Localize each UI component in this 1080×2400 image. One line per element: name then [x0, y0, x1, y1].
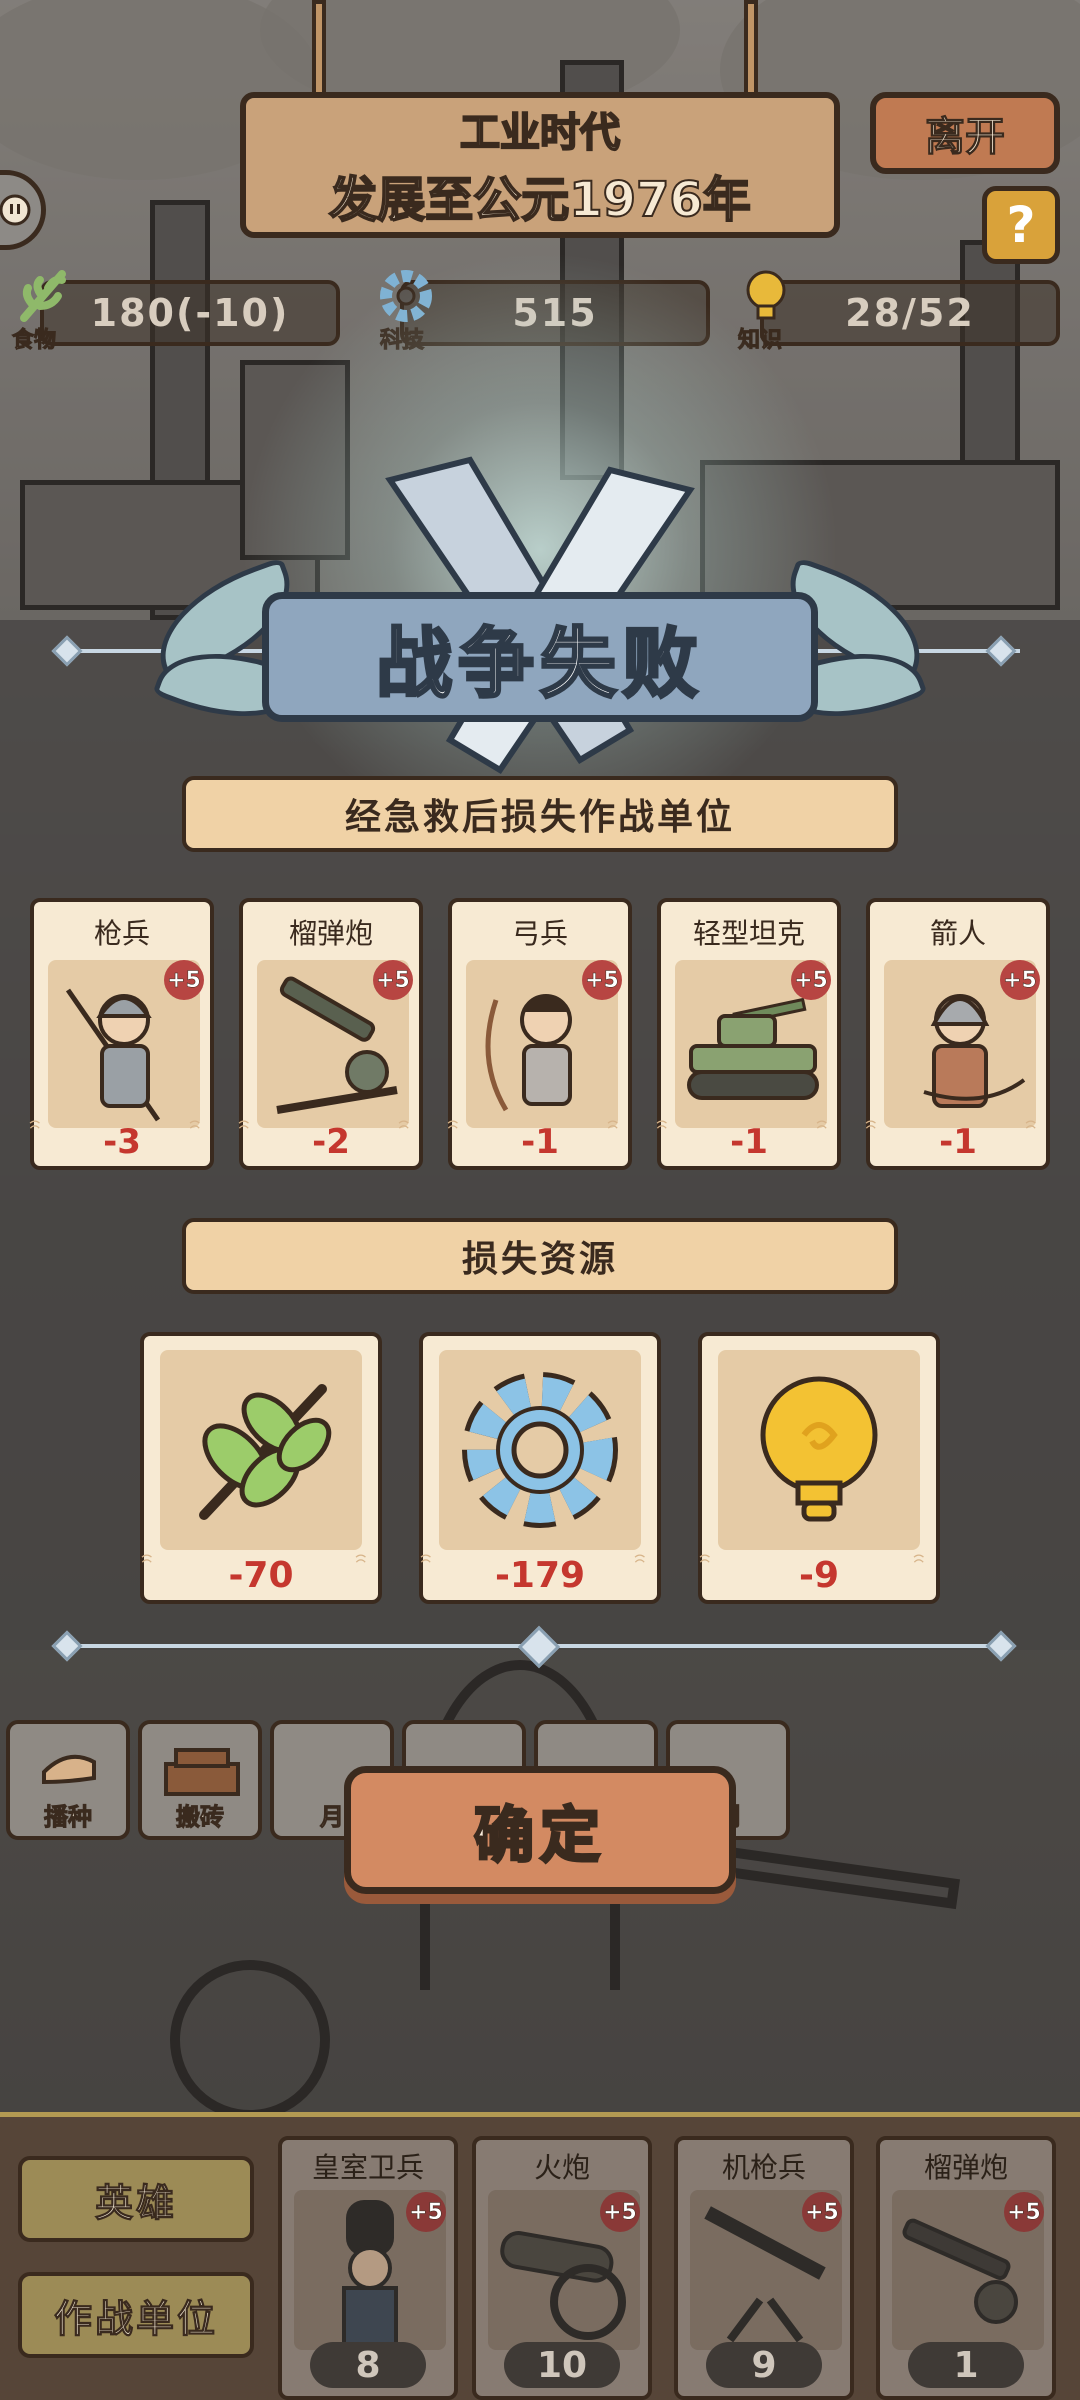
action-move-bricks[interactable]: 搬砖 — [138, 1720, 262, 1840]
era-name: 工业时代 — [459, 109, 621, 157]
resources-section-header: 损失资源 — [182, 1218, 898, 1294]
chat-icon — [0, 194, 31, 226]
resource-loss-card: ꩰ ꩰ -9 — [698, 1332, 940, 1604]
heroes-tab[interactable]: 英雄 — [18, 2156, 254, 2242]
level-badge: +5 — [373, 960, 413, 1000]
unit-name: 皇室卫兵 — [311, 2151, 424, 2184]
confirm-button[interactable]: 确定 — [344, 1766, 736, 1894]
resource-loss-card: ꩰ ꩰ -179 — [419, 1332, 661, 1604]
unit-card[interactable]: 机枪兵 +5 9 — [674, 2136, 854, 2400]
era-sign: 工业时代 发展至公元1976年 — [240, 92, 840, 238]
help-button[interactable]: ? — [982, 186, 1060, 264]
action-sow[interactable]: 播种 — [6, 1720, 130, 1840]
resource-loss-card: ꩰ ꩰ -70 — [140, 1332, 382, 1604]
knowledge-value: 28/52 — [760, 280, 1060, 346]
level-badge: +5 — [802, 2192, 842, 2232]
unit-loss-card: 枪兵 +5 ꩰ ꩰ -3 — [30, 898, 214, 1170]
action-label: 播种 — [44, 1803, 93, 1832]
leaf-icon — [160, 1350, 362, 1550]
confirm-label: 确定 — [473, 1799, 606, 1872]
level-badge: +5 — [791, 960, 831, 1000]
combat-units-tab[interactable]: 作战单位 — [18, 2272, 254, 2358]
unit-name: 弓兵 — [511, 917, 568, 950]
level-badge: +5 — [1004, 2192, 1044, 2232]
result-title: 战争失败 — [375, 618, 704, 710]
level-badge: +5 — [582, 960, 622, 1000]
units-section-header: 经急救后损失作战单位 — [182, 776, 898, 852]
level-badge: +5 — [164, 960, 204, 1000]
unit-loss-card: 箭人 +5 ꩰ ꩰ -1 — [866, 898, 1050, 1170]
unit-name: 箭人 — [929, 917, 986, 950]
unit-loss-card: 弓兵 +5 ꩰ ꩰ -1 — [448, 898, 632, 1170]
unit-count: 10 — [504, 2342, 620, 2388]
unit-name: 机枪兵 — [721, 2151, 806, 2184]
knowledge-loss-value: -9 — [799, 1555, 839, 1596]
unit-loss-value: -1 — [939, 1122, 977, 1162]
unit-name: 榴弹炮 — [923, 2151, 1008, 2184]
unit-card[interactable]: 皇室卫兵 +5 8 — [278, 2136, 458, 2400]
unit-loss-value: -2 — [312, 1122, 350, 1162]
leave-button[interactable]: 离开 — [870, 92, 1060, 174]
food-value: 180(-10) — [40, 280, 340, 346]
food-loss-value: -70 — [228, 1555, 294, 1596]
unit-loss-card: 榴弹炮 +5 ꩰ ꩰ -2 — [239, 898, 423, 1170]
action-label: 搬砖 — [176, 1803, 225, 1832]
unit-card[interactable]: 火炮 +5 10 — [472, 2136, 652, 2400]
lightbulb-icon — [718, 1350, 920, 1550]
lightbulb-icon — [732, 262, 800, 330]
leaf-icon — [10, 262, 78, 330]
tech-loss-value: -179 — [494, 1555, 586, 1596]
hand-seed-icon — [42, 1754, 96, 1785]
unit-loss-value: -3 — [103, 1122, 141, 1162]
unit-count: 9 — [706, 2342, 822, 2388]
unit-card[interactable]: 榴弹炮 +5 1 — [876, 2136, 1056, 2400]
era-progress: 发展至公元1976年 — [328, 171, 752, 229]
unit-name: 火炮 — [533, 2151, 590, 2184]
unit-name: 榴弹炮 — [288, 917, 373, 950]
unit-count: 8 — [310, 2342, 426, 2388]
bricks-icon — [164, 1748, 240, 1796]
level-badge: +5 — [600, 2192, 640, 2232]
unit-name: 枪兵 — [93, 917, 150, 950]
level-badge: +5 — [406, 2192, 446, 2232]
gear-icon — [439, 1350, 641, 1550]
unit-loss-value: -1 — [521, 1122, 559, 1162]
unit-name: 轻型坦克 — [692, 917, 805, 950]
result-banner: 战争失败 — [262, 592, 818, 722]
unit-loss-card: 轻型坦克 +5 ꩰ ꩰ -1 — [657, 898, 841, 1170]
unit-count: 1 — [908, 2342, 1024, 2388]
level-badge: +5 — [1000, 960, 1040, 1000]
food-label: 食物 — [11, 328, 57, 354]
unit-loss-value: -1 — [730, 1122, 768, 1162]
